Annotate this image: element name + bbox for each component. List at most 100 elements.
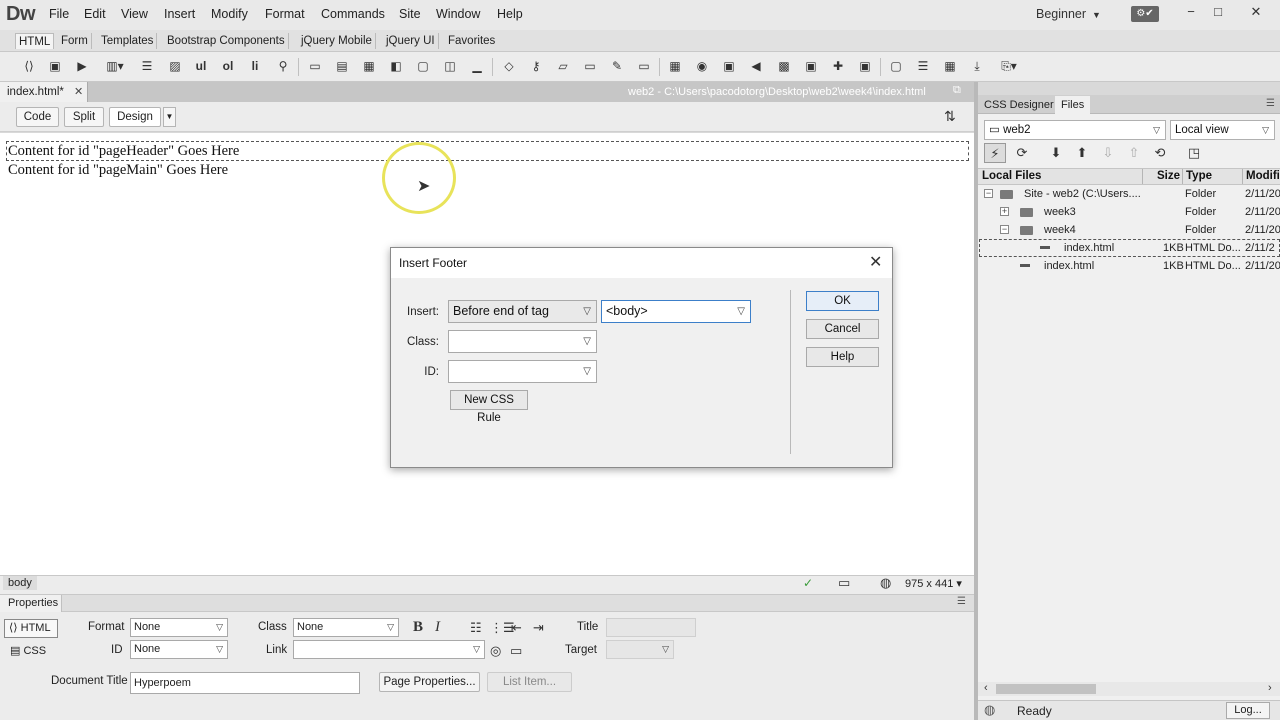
collapse-icon[interactable]: − bbox=[1000, 225, 1009, 234]
menu-insert[interactable]: Insert bbox=[164, 7, 195, 21]
tab-css-designer[interactable]: CSS Designer bbox=[978, 96, 1060, 114]
image-icon[interactable]: ▣ bbox=[46, 58, 64, 74]
plugin-icon[interactable]: ◀ bbox=[747, 58, 765, 74]
site-select[interactable]: ▭ web2 ▽ bbox=[984, 120, 1166, 140]
title-input[interactable] bbox=[606, 618, 696, 637]
li-icon[interactable]: li bbox=[246, 58, 264, 74]
div-icon[interactable]: ⟨⟩ bbox=[20, 58, 38, 74]
insert-position-select[interactable]: Before end of tag ▽ bbox=[448, 300, 597, 323]
tag-select[interactable]: <body> ▽ bbox=[601, 300, 751, 323]
insert-tab-bootstrap[interactable]: Bootstrap Components bbox=[164, 33, 289, 49]
menu-edit[interactable]: Edit bbox=[84, 7, 106, 21]
ol-icon[interactable]: ol bbox=[219, 58, 237, 74]
outdent-icon[interactable]: ⇤ bbox=[511, 620, 522, 636]
comment-icon[interactable]: ▱ bbox=[554, 58, 572, 74]
maximize-button[interactable]: □ bbox=[1205, 2, 1231, 22]
canvas-icon[interactable]: ▭ bbox=[635, 58, 653, 74]
browse-folder-icon[interactable]: ▭ bbox=[510, 643, 522, 659]
footer-icon[interactable]: ▁ bbox=[468, 58, 486, 74]
file-row-name[interactable]: index.html bbox=[1044, 260, 1094, 272]
menu-window[interactable]: Window bbox=[436, 7, 480, 21]
target-select[interactable]: ▽ bbox=[606, 640, 674, 659]
workspace-switcher[interactable]: Beginner ▼ bbox=[1036, 7, 1101, 21]
file-management-icon[interactable]: ⇅ bbox=[944, 108, 956, 125]
widget-icon[interactable]: ▩ bbox=[775, 58, 793, 74]
paragraph-icon[interactable]: ☰ bbox=[138, 58, 156, 74]
design-view-button[interactable]: Design bbox=[109, 107, 161, 127]
close-icon[interactable]: ✕ bbox=[74, 85, 83, 98]
article-icon[interactable]: ▢ bbox=[414, 58, 432, 74]
download-icon[interactable]: ⤓ bbox=[968, 58, 986, 74]
section-icon[interactable]: ◫ bbox=[441, 58, 459, 74]
close-window-button[interactable]: ✕ bbox=[1243, 2, 1269, 22]
chevron-left-icon[interactable]: ‹ bbox=[984, 682, 988, 694]
check-out-icon[interactable]: ⇩ bbox=[1097, 143, 1119, 163]
tab-files[interactable]: Files bbox=[1055, 96, 1091, 114]
sync-settings-icon[interactable]: ⚙✔ bbox=[1131, 6, 1159, 22]
ul-icon[interactable]: ul bbox=[192, 58, 210, 74]
tag-selector-body[interactable]: body bbox=[3, 576, 37, 590]
script-icon[interactable]: ✎ bbox=[608, 58, 626, 74]
table-icon[interactable]: ▥▾ bbox=[101, 58, 129, 74]
id-select[interactable]: None ▽ bbox=[130, 640, 228, 659]
file-row-name[interactable]: week3 bbox=[1044, 206, 1076, 218]
panel-menu-icon[interactable]: ☰ bbox=[1266, 98, 1275, 109]
menu-view[interactable]: View bbox=[121, 7, 148, 21]
hyperlink-icon[interactable]: ⚲ bbox=[274, 58, 292, 74]
tag-icon[interactable]: ◇ bbox=[500, 58, 518, 74]
video-icon[interactable]: ▶ bbox=[73, 58, 91, 74]
globe-icon[interactable]: ◍ bbox=[880, 575, 891, 591]
insert-tab-html[interactable]: HTML bbox=[15, 33, 55, 49]
file-row-name[interactable]: Site - web2 (C:\Users.... bbox=[1024, 188, 1141, 200]
frame-icon[interactable]: ▢ bbox=[887, 58, 905, 74]
log-button[interactable]: Log... bbox=[1226, 702, 1270, 719]
column-type[interactable]: Type bbox=[1186, 170, 1212, 182]
flash-icon[interactable]: ◉ bbox=[693, 58, 711, 74]
link-input[interactable]: ▽ bbox=[293, 640, 485, 659]
scrollbar-thumb[interactable] bbox=[996, 684, 1096, 694]
menu-file[interactable]: File bbox=[49, 7, 69, 21]
new-css-rule-button[interactable]: New CSS Rule bbox=[450, 390, 528, 424]
column-divider[interactable] bbox=[1182, 169, 1183, 184]
italic-icon[interactable]: I bbox=[435, 619, 440, 636]
menu-site[interactable]: Site bbox=[399, 7, 421, 21]
unordered-list-icon[interactable]: ☷ bbox=[470, 620, 482, 636]
put-files-icon[interactable]: ⬆ bbox=[1071, 143, 1093, 163]
insert-tab-jquery-mobile[interactable]: jQuery Mobile bbox=[298, 33, 376, 49]
character-icon[interactable]: ⎘▾ bbox=[995, 58, 1023, 74]
date-icon[interactable]: ▦ bbox=[941, 58, 959, 74]
expand-icon[interactable]: + bbox=[1000, 207, 1009, 216]
aside-icon[interactable]: ◧ bbox=[387, 58, 405, 74]
column-divider[interactable] bbox=[1142, 169, 1143, 184]
ok-button[interactable]: OK bbox=[806, 291, 879, 311]
minimize-button[interactable]: − bbox=[1178, 2, 1204, 22]
help-button[interactable]: Help bbox=[806, 347, 879, 367]
chevron-down-icon[interactable]: ▼ bbox=[163, 107, 176, 127]
class-select[interactable]: None ▽ bbox=[293, 618, 399, 637]
figure-icon[interactable]: ▨ bbox=[166, 58, 184, 74]
menu-commands[interactable]: Commands bbox=[321, 7, 385, 21]
synchronize-icon[interactable]: ⟲ bbox=[1149, 143, 1171, 163]
connect-icon[interactable]: ⚡ bbox=[984, 143, 1006, 163]
close-icon[interactable]: ✕ bbox=[869, 252, 882, 272]
column-divider[interactable] bbox=[1242, 169, 1243, 184]
window-size[interactable]: 975 x 441 ▾ bbox=[905, 577, 962, 590]
line-icon[interactable]: ☰ bbox=[914, 58, 932, 74]
collapse-icon[interactable]: − bbox=[984, 189, 993, 198]
insert-tab-form[interactable]: Form bbox=[58, 33, 92, 49]
key-icon[interactable]: ⚷ bbox=[527, 58, 545, 74]
column-local-files[interactable]: Local Files bbox=[982, 170, 1041, 182]
cancel-button[interactable]: Cancel bbox=[806, 319, 879, 339]
bold-icon[interactable]: B bbox=[413, 619, 423, 636]
code-view-button[interactable]: Code bbox=[16, 107, 59, 127]
insert-tab-favorites[interactable]: Favorites bbox=[445, 33, 498, 49]
html-mode-button[interactable]: ⟨⟩ HTML bbox=[4, 619, 58, 638]
css-mode-button[interactable]: ▤ CSS bbox=[10, 644, 46, 657]
check-icon[interactable]: ✓ bbox=[803, 576, 813, 590]
properties-title[interactable]: Properties bbox=[0, 595, 62, 612]
audio-icon[interactable]: ▣ bbox=[720, 58, 738, 74]
split-view-button[interactable]: Split bbox=[64, 107, 104, 127]
get-files-icon[interactable]: ⬇ bbox=[1045, 143, 1067, 163]
restore-icon[interactable]: ⧉ bbox=[953, 84, 961, 97]
column-modified[interactable]: Modifi bbox=[1246, 170, 1280, 182]
